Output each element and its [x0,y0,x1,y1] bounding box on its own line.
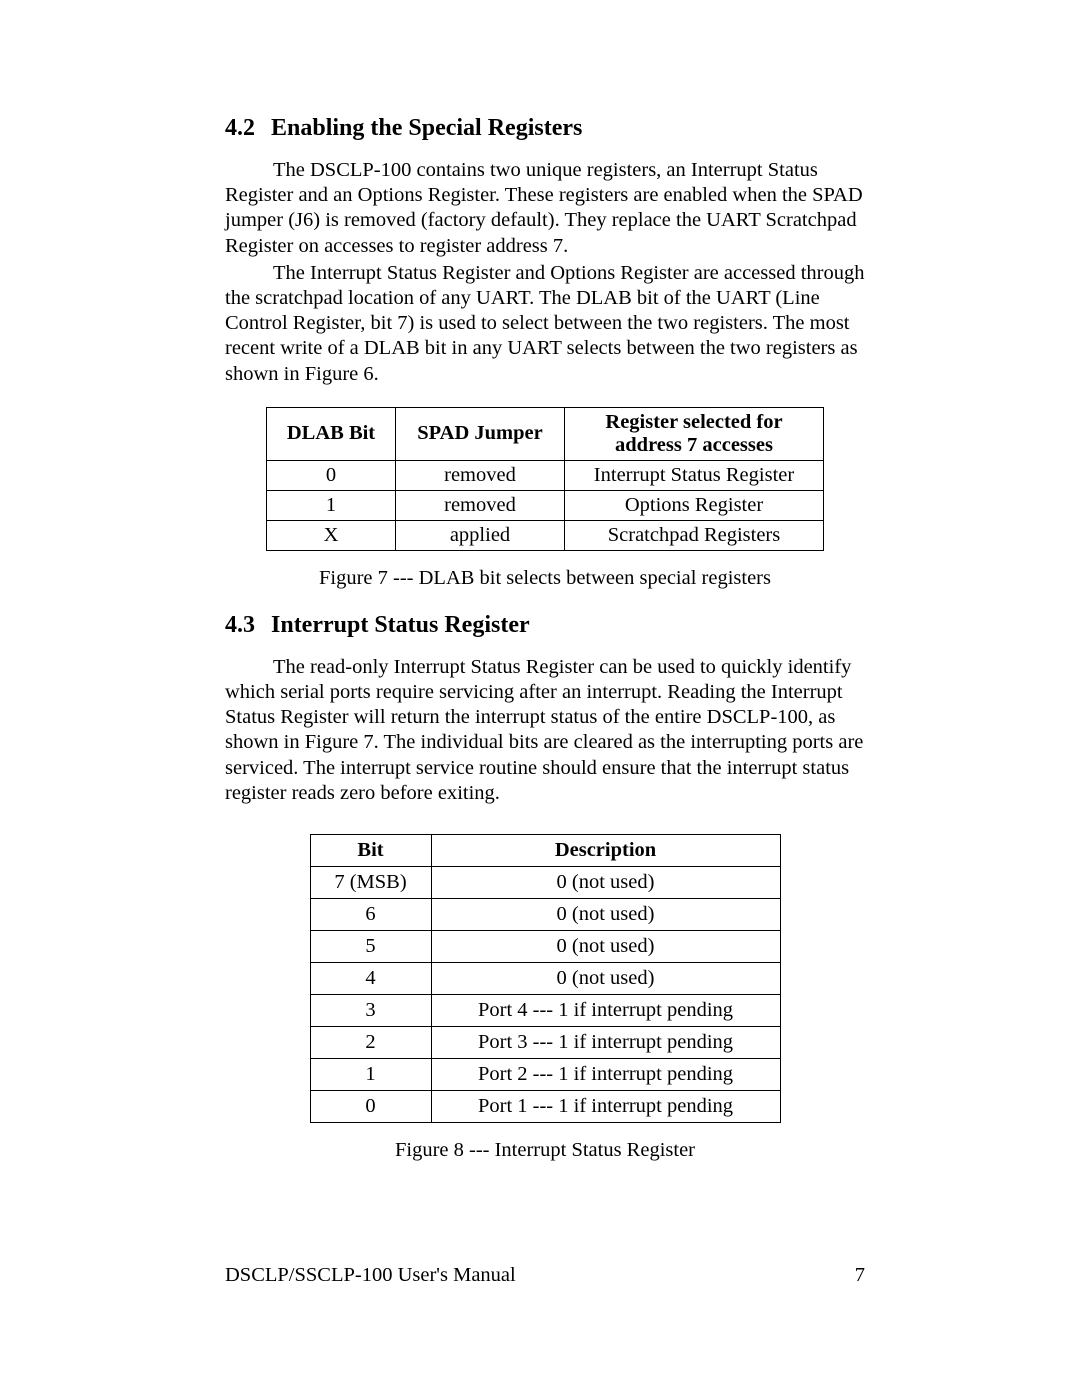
table-cell: 2 [310,1027,431,1059]
figure-caption: Figure 8 --- Interrupt Status Register [225,1139,865,1162]
section-number: 4.3 [225,612,255,639]
table-cell: removed [396,460,565,490]
table-cell: X [267,520,396,550]
table-cell: 4 [310,963,431,995]
table-cell: 0 (not used) [431,963,780,995]
table-header: DLAB Bit [267,407,396,460]
table-cell: 0 (not used) [431,931,780,963]
paragraph: The read-only Interrupt Status Register … [225,655,865,806]
table-header: Description [431,835,780,867]
table-row: X applied Scratchpad Registers [267,520,824,550]
page-footer: DSCLP/SSCLP-100 User's Manual 7 [225,1264,865,1287]
table-header-line: Register selected for [579,411,809,434]
table-cell: Port 4 --- 1 if interrupt pending [431,995,780,1027]
table-row: 5 0 (not used) [310,931,780,963]
table-cell: 1 [267,490,396,520]
table-cell: 0 [310,1091,431,1123]
table-cell: Port 2 --- 1 if interrupt pending [431,1059,780,1091]
table-row: 7 (MSB) 0 (not used) [310,867,780,899]
dlab-register-table: DLAB Bit SPAD Jumper Register selected f… [266,407,824,551]
table-row: 1 removed Options Register [267,490,824,520]
section-title: Interrupt Status Register [271,612,530,638]
paragraph: The Interrupt Status Register and Option… [225,261,865,387]
table-cell: Options Register [565,490,824,520]
interrupt-status-table: Bit Description 7 (MSB) 0 (not used) 6 0… [310,834,781,1123]
table-row: 3 Port 4 --- 1 if interrupt pending [310,995,780,1027]
page: 4.2 Enabling the Special Registers The DS… [0,0,1080,1397]
table-cell: 0 [267,460,396,490]
table-cell: 3 [310,995,431,1027]
table-header: Bit [310,835,431,867]
section-title: Enabling the Special Registers [271,115,582,141]
table-cell: 5 [310,931,431,963]
table-header: Register selected for address 7 accesses [565,407,824,460]
table-row: 6 0 (not used) [310,899,780,931]
table-cell: 0 (not used) [431,899,780,931]
heading-4-3: 4.3 Interrupt Status Register [225,612,865,639]
table-cell: Port 3 --- 1 if interrupt pending [431,1027,780,1059]
table-cell: 0 (not used) [431,867,780,899]
table-cell: applied [396,520,565,550]
table-row: 0 Port 1 --- 1 if interrupt pending [310,1091,780,1123]
table-cell: 7 (MSB) [310,867,431,899]
table-header-line: address 7 accesses [579,434,809,457]
heading-4-2: 4.2 Enabling the Special Registers [225,115,865,142]
table-row: 4 0 (not used) [310,963,780,995]
section-number: 4.2 [225,115,255,142]
table-cell: removed [396,490,565,520]
table-row: 2 Port 3 --- 1 if interrupt pending [310,1027,780,1059]
table-header: SPAD Jumper [396,407,565,460]
table-cell: 6 [310,899,431,931]
table-cell: Port 1 --- 1 if interrupt pending [431,1091,780,1123]
table-cell: 1 [310,1059,431,1091]
footer-title: DSCLP/SSCLP-100 User's Manual [225,1264,516,1287]
table-cell: Interrupt Status Register [565,460,824,490]
figure-caption: Figure 7 --- DLAB bit selects between sp… [225,567,865,590]
paragraph: The DSCLP-100 contains two unique regist… [225,158,865,259]
table-cell: Scratchpad Registers [565,520,824,550]
table-row: 0 removed Interrupt Status Register [267,460,824,490]
table-row: 1 Port 2 --- 1 if interrupt pending [310,1059,780,1091]
page-number: 7 [855,1264,865,1287]
